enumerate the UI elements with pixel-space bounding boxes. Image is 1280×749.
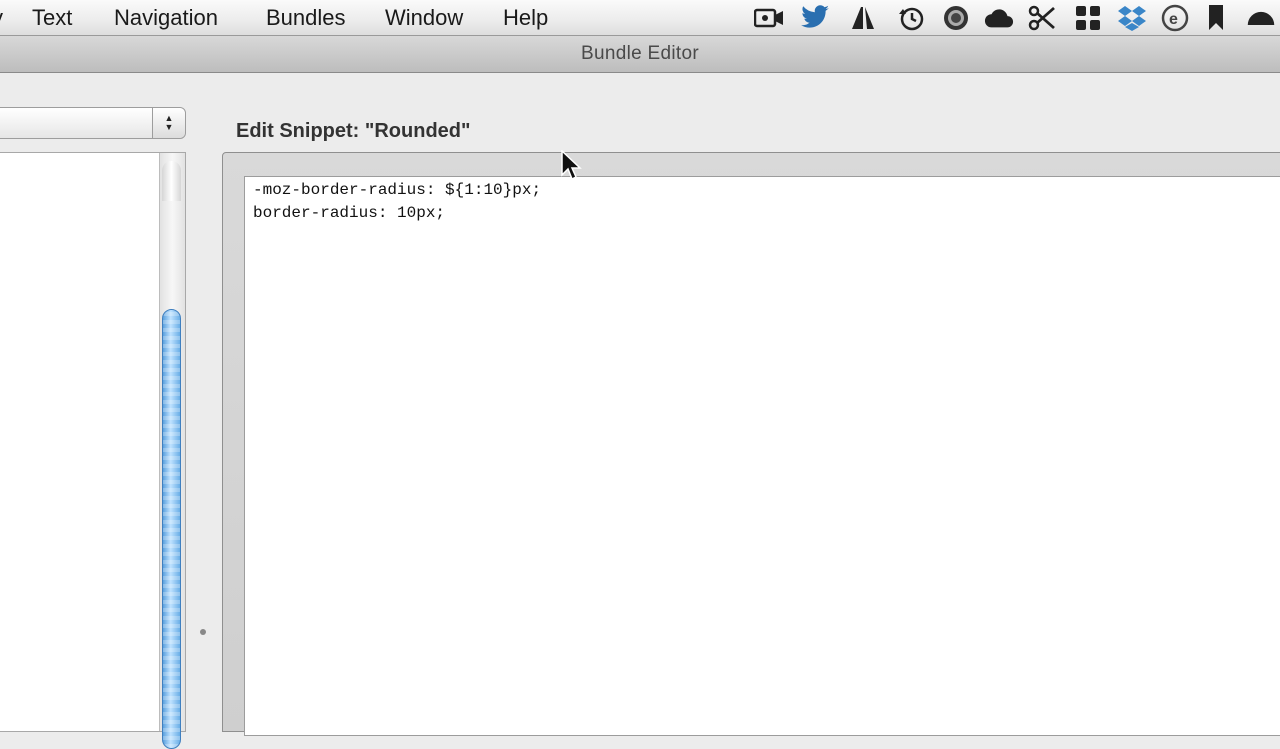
mouse-pointer-icon (561, 150, 582, 181)
editor-heading: Edit Snippet: "Rounded" (236, 120, 471, 142)
target-icon[interactable] (941, 3, 971, 33)
cloud-icon[interactable] (984, 3, 1014, 33)
list-scrollbar[interactable] (159, 153, 185, 749)
bookmark-icon[interactable] (1201, 3, 1231, 33)
window-titlebar: Bundle Editor (0, 36, 1280, 73)
window-title: Bundle Editor (581, 43, 699, 64)
snippet-text-editor[interactable]: -moz-border-radius: ${1:10}px; border-ra… (244, 176, 1280, 736)
scissors-icon[interactable] (1027, 3, 1057, 33)
menu-partial-glyph: y (0, 4, 3, 32)
menu-navigation[interactable]: Navigation (114, 4, 218, 32)
menu-text[interactable]: Text (32, 4, 72, 32)
video-camera-icon[interactable] (754, 3, 784, 33)
code-line: -moz-border-radius: ${1:10}px; (253, 181, 542, 199)
scrollbar-thumb[interactable] (162, 309, 181, 749)
menubar: y Text Navigation Bundles Window Help e (0, 0, 1280, 36)
code-line: border-radius: 10px; (253, 204, 446, 222)
svg-text:e: e (1169, 11, 1178, 28)
scrollbar-track-top (162, 161, 181, 201)
grid-icon[interactable] (1073, 3, 1103, 33)
menu-help[interactable]: Help (503, 4, 548, 32)
popup-arrows-icon: ▲ ▼ (152, 108, 185, 138)
menu-bundles[interactable]: Bundles (266, 4, 346, 32)
bundle-items-list[interactable] (0, 152, 186, 749)
dropbox-icon[interactable] (1117, 3, 1147, 33)
bundle-filter-popup[interactable]: ▲ ▼ (0, 107, 186, 139)
adobe-icon[interactable] (848, 3, 878, 33)
e-icon[interactable]: e (1160, 3, 1190, 33)
menu-window[interactable]: Window (385, 4, 463, 32)
time-machine-icon[interactable] (896, 3, 926, 33)
split-view-handle[interactable] (200, 629, 206, 635)
twitter-icon[interactable] (800, 3, 830, 33)
user-icon[interactable] (1246, 3, 1276, 33)
